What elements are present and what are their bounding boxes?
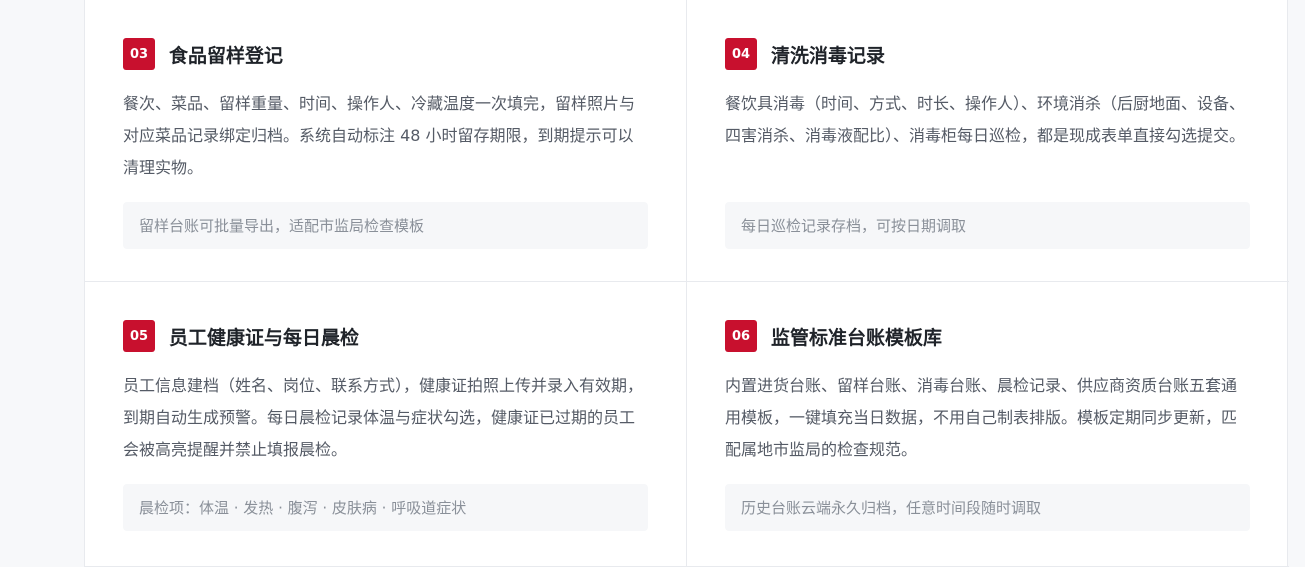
card-description: 员工信息建档（姓名、岗位、联系方式），健康证拍照上传并录入有效期，到期自动生成预… [123,376,644,459]
card-header: 06 监管标准台账模板库 [725,320,1251,352]
card-number-badge: 04 [725,38,757,70]
feature-card-disinfection-record: 04 清洗消毒记录 餐饮具消毒（时间、方式、时长、操作人）、环境消杀（后厨地面、… [687,0,1289,282]
feature-card-sample-registration: 03 食品留样登记 餐次、菜品、留样重量、时间、操作人、冷藏温度一次填完，留样照… [85,0,687,282]
card-description: 内置进货台账、留样台账、消毒台账、晨检记录、供应商资质台账五套通用模板，一键填充… [725,376,1238,459]
card-number-badge: 06 [725,320,757,352]
card-header: 04 清洗消毒记录 [725,38,1251,70]
card-title: 员工健康证与每日晨检 [169,326,360,349]
feature-card-template-library: 06 监管标准台账模板库 内置进货台账、留样台账、消毒台账、晨检记录、供应商资质… [687,282,1289,567]
card-number-badge: 03 [123,38,155,70]
card-header: 05 员工健康证与每日晨检 [123,320,648,352]
feature-card-health-check: 05 员工健康证与每日晨检 员工信息建档（姓名、岗位、联系方式），健康证拍照上传… [85,282,687,567]
feature-grid: 03 食品留样登记 餐次、菜品、留样重量、时间、操作人、冷藏温度一次填完，留样照… [84,0,1289,567]
card-header: 03 食品留样登记 [123,38,648,70]
card-number-badge: 05 [123,320,155,352]
card-note: 历史台账云端永久归档，任意时间段随时调取 [725,484,1250,531]
card-description: 餐次、菜品、留样重量、时间、操作人、冷藏温度一次填完，留样照片与对应菜品记录绑定… [123,94,636,177]
card-description: 餐饮具消毒（时间、方式、时长、操作人）、环境消杀（后厨地面、设备、四害消杀、消毒… [725,94,1246,145]
card-title: 食品留样登记 [169,44,284,67]
card-title: 清洗消毒记录 [771,44,886,67]
card-note: 每日巡检记录存档，可按日期调取 [725,202,1250,249]
card-note: 留样台账可批量导出，适配市监局检查模板 [123,202,648,249]
card-title: 监管标准台账模板库 [771,326,943,349]
card-note: 晨检项：体温 · 发热 · 腹泻 · 皮肤病 · 呼吸道症状 [123,484,648,531]
